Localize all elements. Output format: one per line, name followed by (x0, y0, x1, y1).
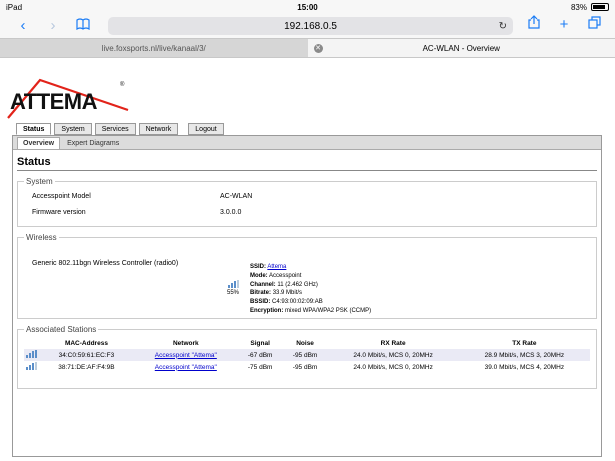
table-row: 34:C0:59:61:EC:F3 Accesspoint "Attema" -… (24, 349, 590, 361)
share-icon[interactable] (519, 14, 549, 36)
row-key: Firmware version (32, 208, 86, 216)
reload-icon[interactable]: ↻ (499, 21, 507, 32)
subtab-overview[interactable]: Overview (17, 137, 61, 149)
col-signal: Signal (250, 340, 270, 347)
nav-tab-status[interactable]: Status (16, 123, 52, 135)
system-row: Accesspoint Model AC-WLAN (24, 188, 590, 204)
new-tab-icon[interactable]: + (549, 14, 579, 36)
row-value: 3.0.0.0 (220, 208, 242, 216)
wireless-info: SSID: Attema Mode: Accesspoint Channel: … (250, 263, 371, 316)
network-link[interactable]: Accesspoint "Attema" (155, 352, 217, 359)
cell-rx: 24.0 Mbit/s, MCS 0, 20MHz (327, 361, 459, 373)
col-noise: Noise (296, 340, 314, 347)
nav-tab-network[interactable]: Network (138, 123, 179, 135)
clock: 15:00 (297, 2, 318, 12)
signal-strength-icon (26, 350, 37, 358)
network-link[interactable]: Accesspoint "Attema" (155, 364, 217, 371)
system-legend: System (26, 177, 53, 186)
info-key: SSID: (250, 264, 267, 270)
col-network: Network (172, 340, 199, 347)
nav-tab-services[interactable]: Services (94, 123, 136, 135)
close-tab-icon[interactable]: ✕ (313, 43, 323, 53)
cell-mac: 38:71:DE:AF:F4:9B (39, 361, 134, 373)
attema-logo: ATTEMA ® (7, 78, 129, 119)
ssid-link[interactable]: Attema (267, 264, 286, 270)
subtab-expert-diagrams[interactable]: Expert Diagrams (62, 138, 124, 149)
stations-table: MAC-Address Network Signal Noise RX Rate… (24, 338, 590, 373)
stations-legend: Associated Stations (26, 325, 97, 334)
back-icon[interactable]: ‹ (8, 15, 38, 37)
signal-strength-icon (227, 280, 239, 288)
svg-text:ATTEMA: ATTEMA (10, 89, 98, 114)
cell-tx: 39.0 Mbit/s, MCS 4, 20MHz (458, 361, 590, 373)
cell-signal: -75 dBm (237, 361, 283, 373)
forward-icon[interactable]: › (38, 15, 68, 37)
info-value: C4:93:00:02:09:AB (272, 299, 323, 306)
cell-signal: -67 dBm (237, 349, 283, 361)
info-key: BSSID: (250, 299, 271, 306)
info-key: Bitrate: (250, 290, 272, 297)
wireless-controller: Generic 802.11bgn Wireless Controller (r… (32, 260, 179, 267)
tabs-overview-icon[interactable] (579, 14, 609, 36)
info-value: 11 (2.462 GHz) (277, 281, 318, 288)
col-mac: MAC-Address (64, 340, 108, 347)
browser-toolbar: ‹ › 192.168.0.5 ↻ + (0, 14, 615, 38)
info-value: mixed WPA/WPA2 PSK (CCMP) (285, 307, 372, 314)
toolbar-right: + (519, 14, 609, 36)
nav-tab-system[interactable]: System (54, 123, 92, 135)
system-section: System Accesspoint Model AC-WLAN Firmwar… (17, 177, 597, 227)
info-key: Encryption: (250, 307, 284, 314)
cell-noise: -95 dBm (282, 349, 328, 361)
bookmarks-icon[interactable] (68, 15, 98, 37)
col-rx-rate: RX Rate (380, 340, 406, 347)
table-row: 38:71:DE:AF:F4:9B Accesspoint "Attema" -… (24, 361, 590, 373)
col-tx-rate: TX Rate (512, 340, 537, 347)
system-row: Firmware version 3.0.0.0 (24, 204, 590, 220)
logout-button[interactable]: Logout (188, 123, 224, 135)
table-header-row: MAC-Address Network Signal Noise RX Rate… (24, 338, 590, 349)
row-value: AC-WLAN (220, 192, 253, 200)
main-nav: Status System Services Network Logout (16, 123, 224, 135)
info-key: Channel: (250, 281, 276, 288)
row-key: Accesspoint Model (32, 192, 91, 200)
cell-noise: -95 dBm (282, 361, 328, 373)
browser-tab-ac-wlan[interactable]: ✕ AC-WLAN - Overview (307, 39, 615, 57)
page-title: Status (17, 156, 597, 171)
cell-mac: 34:C0:59:61:EC:F3 (39, 349, 134, 361)
browser-tab-label: live.foxsports.nl/live/kanaal/3/ (101, 43, 206, 53)
info-key: Mode: (250, 272, 268, 279)
signal-percent: 55% (226, 290, 239, 296)
signal-strength-icon (26, 362, 37, 370)
url-text: 192.168.0.5 (284, 20, 337, 32)
web-page: ATTEMA ® Status System Services Network … (0, 59, 615, 461)
cell-tx: 28.9 Mbit/s, MCS 3, 20MHz (458, 349, 590, 361)
browser-tab-label: AC-WLAN - Overview (422, 43, 500, 53)
stations-section: Associated Stations MAC-Address Network … (17, 325, 597, 389)
content-panel: Overview Expert Diagrams Status System A… (12, 135, 602, 457)
svg-text:®: ® (120, 81, 125, 88)
browser-tab-foxsports[interactable]: live.foxsports.nl/live/kanaal/3/ (0, 39, 308, 57)
sub-nav: Overview Expert Diagrams (13, 136, 601, 150)
address-bar[interactable]: 192.168.0.5 ↻ (108, 17, 513, 35)
ios-status-bar: iPad 15:00 83% (0, 0, 615, 14)
browser-tab-bar: live.foxsports.nl/live/kanaal/3/ ✕ AC-WL… (0, 38, 615, 58)
info-value: 33.9 Mbit/s (272, 290, 303, 297)
wireless-legend: Wireless (26, 233, 57, 242)
info-value: Accesspoint (269, 272, 302, 279)
wireless-section: Wireless Generic 802.11bgn Wireless Cont… (17, 233, 597, 319)
wireless-signal: 55% (226, 280, 240, 296)
cell-rx: 24.0 Mbit/s, MCS 0, 20MHz (327, 349, 459, 361)
